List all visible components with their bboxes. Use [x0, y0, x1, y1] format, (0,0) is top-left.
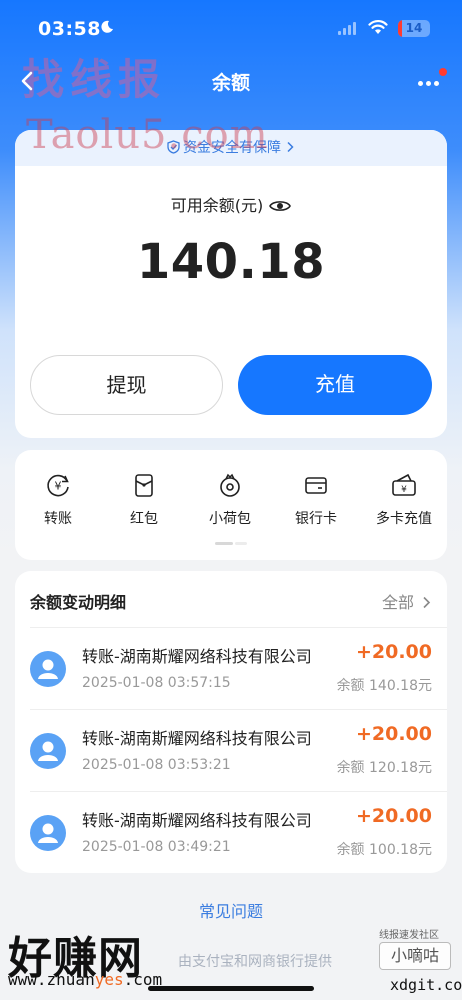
moon-icon: [101, 20, 113, 33]
transaction-name: 转账-湖南斯耀网络科技有限公司: [82, 647, 312, 666]
transaction-name: 转账-湖南斯耀网络科技有限公司: [82, 729, 312, 748]
transaction-row[interactable]: 转账-湖南斯耀网络科技有限公司 2025-01-08 03:49:21 +20.…: [15, 791, 447, 873]
page-indicator: [215, 542, 247, 545]
action-label: 银行卡: [295, 511, 337, 527]
svg-text:¥: ¥: [55, 480, 62, 493]
recharge-button[interactable]: 充值: [238, 355, 432, 415]
watermark-url-highlight: yes: [94, 970, 124, 989]
divider: [30, 627, 447, 628]
transfer-icon: ¥: [47, 474, 69, 497]
transaction-amount: +20.00: [355, 723, 432, 745]
action-transfer[interactable]: ¥ 转账: [15, 472, 101, 528]
watermark-forum-name: 小嘀咕: [379, 942, 451, 970]
transaction-amount: +20.00: [355, 641, 432, 663]
action-multi-card[interactable]: ¥ 多卡充值: [361, 472, 447, 528]
battery-level: 14: [405, 21, 423, 35]
avatar-icon: [30, 651, 66, 687]
svg-text:¥: ¥: [401, 485, 407, 495]
transaction-amount: +20.00: [355, 805, 432, 827]
eye-icon[interactable]: [269, 199, 292, 213]
transactions-header: 余额变动明细 全部: [15, 571, 447, 627]
provider-text: 由支付宝和网商银行提供: [178, 954, 332, 970]
divider: [30, 709, 447, 710]
transaction-date: 2025-01-08 03:49:21: [82, 839, 231, 855]
watermark-forum: 线报速发社区: [379, 930, 439, 941]
transaction-date: 2025-01-08 03:57:15: [82, 675, 231, 691]
withdraw-button[interactable]: 提现: [30, 355, 223, 415]
quick-actions: ¥ 转账 红包 小荷包 银行卡 ¥ 多卡充值: [15, 450, 447, 560]
red-packet-icon: [135, 474, 153, 497]
avatar-icon: [30, 733, 66, 769]
transaction-balance: 余额 100.18元: [336, 842, 432, 858]
action-purse[interactable]: 小荷包: [187, 472, 273, 528]
transaction-row[interactable]: 转账-湖南斯耀网络科技有限公司 2025-01-08 03:53:21 +20.…: [15, 709, 447, 791]
transaction-date: 2025-01-08 03:53:21: [82, 757, 231, 773]
balance-label-row: 可用余额(元): [15, 192, 447, 216]
transaction-name: 转账-湖南斯耀网络科技有限公司: [82, 811, 312, 830]
transaction-balance: 余额 120.18元: [336, 760, 432, 776]
avatar-icon: [30, 815, 66, 851]
balance-label: 可用余额(元): [170, 196, 264, 215]
view-all-label: 全部: [381, 593, 414, 612]
balance-amount: 140.18: [136, 234, 326, 290]
page-title: 余额: [211, 72, 250, 94]
action-label: 多卡充值: [376, 511, 432, 527]
multi-card-icon: ¥: [392, 473, 416, 496]
more-icon[interactable]: [412, 68, 447, 96]
view-all-link[interactable]: 全部: [382, 589, 431, 613]
purse-icon: [220, 473, 240, 497]
watermark-url: www.zhuanyes.com: [8, 970, 162, 989]
watermark-taolu: Taolu5.com: [26, 112, 269, 158]
action-bank-card[interactable]: 银行卡: [273, 472, 359, 528]
action-label: 小荷包: [209, 511, 251, 527]
faq-link[interactable]: 常见问题: [0, 898, 462, 922]
chevron-right-icon: [287, 141, 294, 153]
balance-card: 资金安全有保障 可用余额(元) 140.18 提现 充值: [15, 130, 447, 438]
bank-card-icon: [305, 477, 327, 494]
notification-dot: [439, 68, 447, 76]
transactions-card: 余额变动明细 全部 转账-湖南斯耀网络科技有限公司 2025-01-08 03:…: [15, 571, 447, 873]
wifi-icon: [368, 20, 388, 34]
watermark-forum-url: xdgit.com: [390, 976, 462, 994]
divider: [30, 791, 447, 792]
action-red-packet[interactable]: 红包: [101, 472, 187, 528]
nav-bar: 余额: [0, 56, 462, 108]
action-label: 红包: [130, 511, 158, 527]
cellular-signal-icon: [338, 22, 356, 35]
chevron-right-icon: [423, 596, 431, 609]
action-label: 转账: [44, 511, 72, 527]
status-time: 03:58: [38, 18, 101, 40]
transactions-title: 余额变动明细: [30, 593, 127, 612]
transaction-balance: 余额 140.18元: [336, 678, 432, 694]
transaction-row[interactable]: 转账-湖南斯耀网络科技有限公司 2025-01-08 03:57:15 +20.…: [15, 627, 447, 709]
battery-icon: 14: [398, 20, 430, 37]
watermark-url-prefix: www.zhuan: [8, 970, 95, 989]
home-indicator: [148, 986, 314, 991]
